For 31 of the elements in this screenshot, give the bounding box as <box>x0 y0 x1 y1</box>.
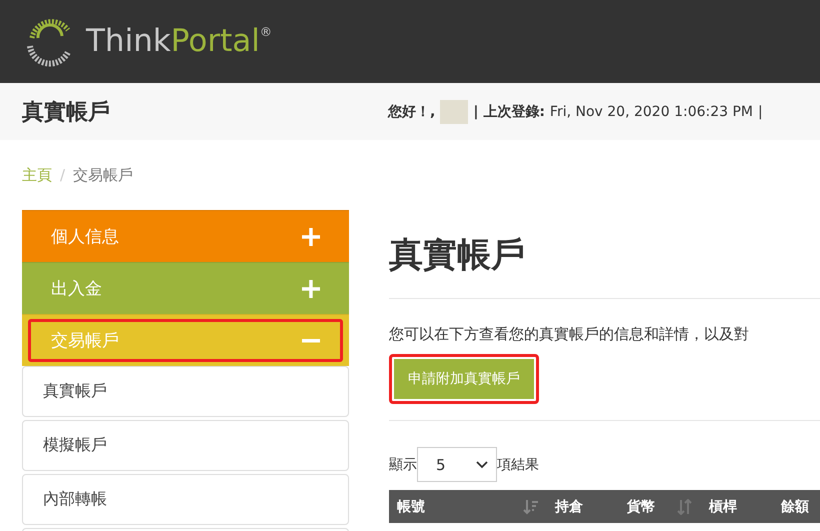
description-text: 您可以在下方查看您的真實帳戶的信息和詳情，以及對 <box>389 325 750 344</box>
column-header[interactable]: 貨幣 <box>627 498 655 516</box>
page-title: 真實帳戶 <box>22 98 111 126</box>
breadcrumb-current: 交易帳戶 <box>73 166 134 184</box>
sidebar-group-label: 交易帳戶 <box>51 330 119 352</box>
last-login-label: | 上次登錄: <box>473 102 545 120</box>
sort-icon[interactable] <box>677 498 693 514</box>
last-login-time: Fri, Nov 20, 2020 1:06:23 PM <box>550 104 754 120</box>
section-heading: 真實帳戶 <box>389 234 526 277</box>
sidebar-item[interactable]: 內部轉帳 <box>22 474 349 525</box>
column-header[interactable]: 帳號 <box>397 498 425 516</box>
sort-descending-icon[interactable] <box>523 498 539 514</box>
breadcrumb-separator: / <box>60 166 66 184</box>
column-header[interactable]: 餘額 <box>781 498 809 516</box>
sidebar-group-label: 出入金 <box>51 278 102 300</box>
sidebar-item[interactable]: 真實帳戶 <box>22 366 349 417</box>
sidebar-item[interactable]: 模擬帳戶 <box>22 420 349 471</box>
column-header[interactable]: 槓桿 <box>709 498 737 516</box>
column-header[interactable]: 持倉 <box>555 498 583 516</box>
plus-icon <box>302 280 320 298</box>
plus-icon <box>302 228 320 246</box>
minus-icon <box>302 338 320 342</box>
show-label: 顯示 <box>389 456 417 474</box>
page-size-select[interactable]: 5 <box>417 447 497 482</box>
chevron-down-icon <box>476 460 488 468</box>
brand-logo-text: ThinkPortal$^{®}$ <box>86 26 272 57</box>
separator-text: | <box>758 104 763 120</box>
sidebar-group-label: 個人信息 <box>51 226 119 248</box>
results-label: 項結果 <box>497 456 539 474</box>
redacted-name-block <box>440 100 468 124</box>
greeting-text: 您好！, <box>388 102 436 120</box>
